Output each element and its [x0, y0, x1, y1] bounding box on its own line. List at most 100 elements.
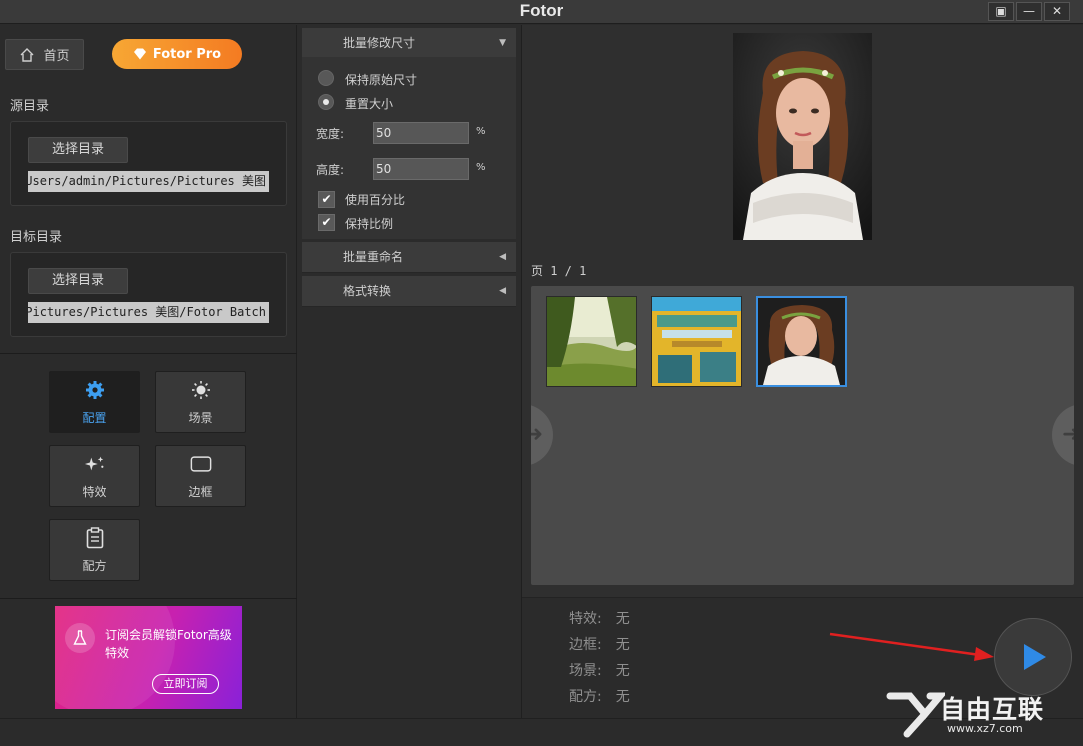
height-label: 高度:	[316, 163, 345, 177]
tool-effects-label: 特效	[82, 484, 107, 499]
keep-original-label: 保持原始尺寸	[345, 73, 418, 87]
info-recipe-value: 无	[615, 689, 630, 705]
sparkles-icon	[84, 453, 106, 475]
title-bar: Fotor ▣ — ✕	[0, 0, 1083, 24]
play-icon	[1024, 644, 1046, 670]
page-indicator: 页 1 / 1	[531, 264, 587, 278]
source-select-dir-button[interactable]: 选择目录	[28, 137, 128, 163]
arrow-left-icon: ➜	[531, 422, 543, 447]
radio-resize[interactable]	[318, 94, 334, 110]
source-dir-label: 源目录	[10, 99, 50, 114]
gear-icon	[84, 379, 106, 401]
clipboard-icon	[84, 526, 106, 549]
rename-section-header[interactable]: 批量重命名 ◀	[302, 242, 516, 273]
options-panel: 批量修改尺寸 ▼ 保持原始尺寸 重置大小 宽度: 50 % 高度: 50 % ✔…	[298, 25, 520, 718]
tool-frame[interactable]: 边框	[155, 445, 246, 507]
watermark-url: www.xz7.com	[947, 722, 1023, 735]
left-panel: 首页 Fotor Pro 源目录 选择目录 Users/admin/Pictur…	[0, 25, 297, 718]
home-label: 首页	[43, 49, 70, 64]
width-input[interactable]: 50	[373, 122, 469, 144]
start-batch-button[interactable]	[994, 618, 1072, 696]
info-scene-value: 无	[615, 663, 630, 679]
tool-config[interactable]: 配置	[49, 371, 140, 433]
height-unit: %	[476, 162, 486, 173]
home-button[interactable]: 首页	[5, 39, 84, 70]
caret-down-icon: ▼	[499, 38, 506, 48]
use-percent-label: 使用百分比	[345, 193, 406, 207]
info-scene-label: 场景:	[569, 663, 602, 679]
preview-panel: 页 1 / 1 ➜ ➜ 特效: 无 边框: 无 场景: 无 配方: 无	[521, 25, 1083, 718]
fotor-pro-label: Fotor Pro	[152, 46, 222, 62]
main-preview-image	[733, 33, 872, 240]
watermark-logo: 自由互联 www.xz7.com	[885, 686, 1075, 741]
frame-icon	[190, 453, 212, 475]
width-unit: %	[476, 126, 486, 137]
radio-keep-original[interactable]	[318, 70, 334, 86]
annotation-arrow	[829, 632, 994, 661]
fotor-pro-button[interactable]: Fotor Pro	[112, 39, 242, 69]
info-effects-value: 无	[615, 611, 630, 627]
keep-ratio-label: 保持比例	[345, 217, 394, 231]
sun-icon	[190, 379, 212, 401]
target-dir-box: 选择目录 Pictures/Pictures 美图/Fotor Batch	[10, 252, 287, 337]
info-effects-label: 特效:	[569, 611, 602, 627]
tool-recipe-label: 配方	[82, 558, 107, 573]
close-button[interactable]: ✕	[1044, 2, 1070, 21]
tool-frame-label: 边框	[188, 484, 213, 499]
home-icon	[20, 47, 34, 62]
arrow-right-icon: ➜	[1062, 422, 1074, 447]
target-select-dir-button[interactable]: 选择目录	[28, 268, 128, 294]
convert-header-label: 格式转换	[343, 284, 392, 298]
keep-ratio-checkbox[interactable]: ✔	[318, 214, 335, 231]
target-path-text: Pictures/Pictures 美图/Fotor Batch	[28, 305, 266, 319]
promo-banner[interactable]: 订阅会员解锁Fotor高级特效 立即订阅	[55, 606, 242, 709]
flask-icon	[65, 623, 95, 653]
restore-icon: ▣	[995, 4, 1007, 18]
resize-section-header[interactable]: 批量修改尺寸 ▼	[302, 28, 516, 59]
resize-label: 重置大小	[345, 97, 394, 111]
next-page-button[interactable]: ➜	[1052, 404, 1074, 466]
target-dir-label: 目标目录	[10, 230, 63, 245]
minimize-icon: —	[1023, 4, 1035, 18]
info-frame: 边框: 无	[569, 634, 630, 654]
info-frame-label: 边框:	[569, 637, 602, 653]
thumbnail-gallery: ➜ ➜	[531, 286, 1074, 585]
thumbnail-portrait[interactable]	[756, 296, 847, 387]
divider	[0, 598, 297, 599]
info-effects: 特效: 无	[569, 608, 630, 628]
tool-config-label: 配置	[82, 410, 107, 425]
convert-section-header[interactable]: 格式转换 ◀	[302, 276, 516, 307]
info-recipe-label: 配方:	[569, 689, 602, 705]
tool-effects[interactable]: 特效	[49, 445, 140, 507]
prev-page-button[interactable]: ➜	[531, 404, 553, 466]
close-icon: ✕	[1051, 4, 1063, 18]
source-dir-box: 选择目录 Users/admin/Pictures/Pictures 美图	[10, 121, 287, 206]
promo-text: 订阅会员解锁Fotor高级特效	[105, 628, 232, 660]
source-path-text: Users/admin/Pictures/Pictures 美图	[28, 174, 266, 188]
divider	[0, 353, 297, 354]
thumbnail-buildings[interactable]	[651, 296, 742, 387]
tool-scene-label: 场景	[188, 410, 213, 425]
tool-recipe[interactable]: 配方	[49, 519, 140, 581]
source-path-field[interactable]: Users/admin/Pictures/Pictures 美图	[28, 171, 269, 192]
app-title: Fotor	[519, 1, 564, 20]
info-scene: 场景: 无	[569, 660, 630, 680]
resize-section-body: 保持原始尺寸 重置大小 宽度: 50 % 高度: 50 % ✔ 使用百分比 ✔ …	[302, 57, 516, 239]
minimize-button[interactable]: —	[1016, 2, 1042, 21]
rename-header-label: 批量重命名	[343, 250, 404, 264]
watermark-text: 自由互联	[940, 695, 1045, 724]
caret-left-icon: ◀	[499, 286, 506, 296]
height-input[interactable]: 50	[373, 158, 469, 180]
diamond-icon	[133, 48, 146, 60]
resize-header-label: 批量修改尺寸	[343, 36, 416, 50]
restore-button[interactable]: ▣	[988, 2, 1014, 21]
thumbnail-forest[interactable]	[546, 296, 637, 387]
subscribe-button[interactable]: 立即订阅	[152, 674, 219, 694]
use-percent-checkbox[interactable]: ✔	[318, 191, 335, 208]
info-frame-value: 无	[615, 637, 630, 653]
caret-left-icon: ◀	[499, 252, 506, 262]
tool-scene[interactable]: 场景	[155, 371, 246, 433]
info-recipe: 配方: 无	[569, 686, 630, 706]
target-path-field[interactable]: Pictures/Pictures 美图/Fotor Batch	[28, 302, 269, 323]
width-label: 宽度:	[316, 127, 345, 141]
